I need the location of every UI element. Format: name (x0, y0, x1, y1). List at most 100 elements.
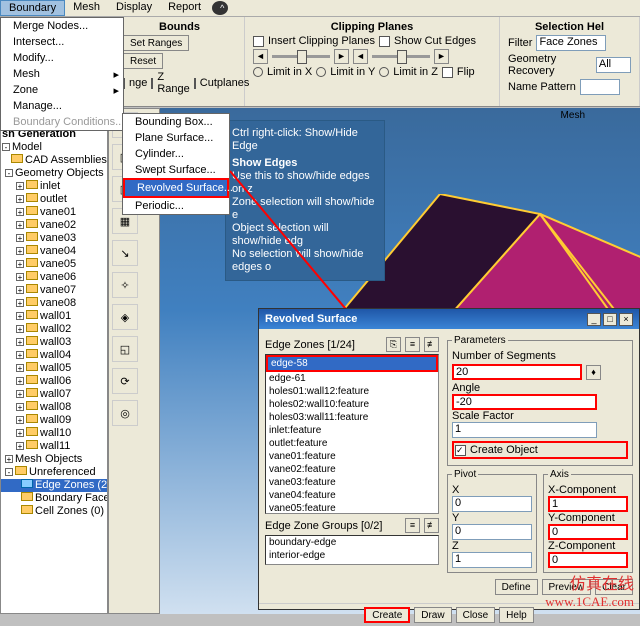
zrange-chk[interactable] (151, 78, 153, 89)
dlg-close-icon[interactable]: × (619, 313, 633, 326)
create-button[interactable]: Create (364, 607, 410, 623)
menu-manage[interactable]: Manage... (1, 98, 123, 114)
slider-right-1[interactable]: ► (334, 49, 349, 64)
edge-zones-list[interactable]: edge-58edge-61holes01:wall12:featurehole… (265, 354, 439, 514)
sub-bounding-box[interactable]: Bounding Box... (123, 114, 229, 130)
georec-select[interactable]: All (596, 57, 631, 73)
tree-geo[interactable]: -Geometry Objects (1, 167, 107, 180)
tree-item[interactable]: +wall07 (2, 388, 106, 401)
pivot-y-input[interactable]: 0 (452, 524, 532, 540)
tree-item[interactable]: +vane07 (2, 284, 106, 297)
slider-right-2[interactable]: ► (434, 49, 449, 64)
menu-display[interactable]: Display (108, 0, 160, 16)
slider-left-1[interactable]: ◄ (253, 49, 268, 64)
edge-groups-list[interactable]: boundary-edge interior-edge (265, 535, 439, 565)
tool-icon-5[interactable]: ↘ (112, 240, 138, 266)
showcut-chk[interactable] (379, 36, 390, 47)
tree-boundaryface[interactable]: Boundary Face ... (1, 492, 107, 505)
insert-clip-chk[interactable] (253, 36, 264, 47)
tree-cellzones[interactable]: Cell Zones (0) (1, 505, 107, 518)
slider-1[interactable] (272, 55, 330, 58)
tool-icon-6[interactable]: ✧ (112, 272, 138, 298)
tree-item[interactable]: +vane06 (2, 271, 106, 284)
sub-revolved-surface[interactable]: Revolved Surface... (123, 178, 229, 198)
tree-item[interactable]: +inlet (2, 180, 106, 193)
group-item[interactable]: interior-edge (266, 549, 438, 562)
axis-y-input[interactable]: 0 (548, 524, 628, 540)
edge-item[interactable]: vane04:feature (266, 489, 438, 502)
tree-item[interactable]: +vane04 (2, 245, 106, 258)
edge-item[interactable]: inlet:feature (266, 424, 438, 437)
menu-report[interactable]: Report (160, 0, 209, 16)
edge-item[interactable]: edge-58 (266, 355, 438, 372)
nseg-spinner[interactable]: ♦ (586, 365, 601, 380)
tool-icon-9[interactable]: ⟳ (112, 368, 138, 394)
set-ranges-btn[interactable]: Set Ranges (123, 35, 189, 51)
tree-item[interactable]: +wall11 (2, 440, 106, 453)
tree-edgezones[interactable]: Edge Zones (2) (1, 479, 107, 492)
edge-item[interactable]: vane05:feature (266, 502, 438, 514)
flip-chk[interactable] (442, 67, 453, 78)
edge-item[interactable]: vane02:feature (266, 463, 438, 476)
tree-model[interactable]: -Model (1, 141, 107, 154)
tree-item[interactable]: +wall05 (2, 362, 106, 375)
dlg-min-icon[interactable]: _ (587, 313, 601, 326)
edge-item[interactable]: holes01:wall12:feature (266, 385, 438, 398)
tree-item[interactable]: +wall03 (2, 336, 106, 349)
tool-icon-8[interactable]: ◱ (112, 336, 138, 362)
tree-meshobj[interactable]: +Mesh Objects (1, 453, 107, 466)
namepat-input[interactable] (580, 79, 620, 95)
limy-radio[interactable] (316, 67, 326, 77)
tree-item[interactable]: +vane01 (2, 206, 106, 219)
menu-mesh[interactable]: Mesh (65, 0, 108, 16)
tree-unref[interactable]: -Unreferenced (1, 466, 107, 479)
tree-item[interactable]: +vane05 (2, 258, 106, 271)
menu-boundary[interactable]: Boundary (0, 0, 65, 16)
selnone-icon[interactable]: ≢ (424, 337, 439, 352)
group-item[interactable]: boundary-edge (266, 536, 438, 549)
limz-radio[interactable] (379, 67, 389, 77)
edge-item[interactable]: edge-61 (266, 372, 438, 385)
grp-selall-icon[interactable]: ≡ (405, 518, 420, 533)
tree-item[interactable]: +wall10 (2, 427, 106, 440)
tool-icon-7[interactable]: ◈ (112, 304, 138, 330)
sf-input[interactable]: 1 (452, 422, 597, 438)
tree-item[interactable]: +wall08 (2, 401, 106, 414)
filter-icon[interactable]: ⎘ (386, 337, 401, 352)
tree-item[interactable]: +vane02 (2, 219, 106, 232)
limx-radio[interactable] (253, 67, 263, 77)
sub-cylinder[interactable]: Cylinder... (123, 146, 229, 162)
dlg-max-icon[interactable]: □ (603, 313, 617, 326)
tree-item[interactable]: +wall01 (2, 310, 106, 323)
filter-select[interactable]: Face Zones (536, 35, 606, 51)
sub-plane-surface[interactable]: Plane Surface... (123, 130, 229, 146)
slider-left-2[interactable]: ◄ (353, 49, 368, 64)
edge-item[interactable]: vane01:feature (266, 450, 438, 463)
help-button[interactable]: Help (499, 607, 534, 623)
sub-swept-surface[interactable]: Swept Surface... (123, 162, 229, 178)
pivot-z-input[interactable]: 1 (452, 552, 532, 568)
tree-item[interactable]: +wall06 (2, 375, 106, 388)
menu-merge-nodes[interactable]: Merge Nodes... (1, 18, 123, 34)
tool-icon-10[interactable]: ◎ (112, 400, 138, 426)
close-button[interactable]: Close (456, 607, 496, 623)
menu-zone-sub[interactable]: Zone▸ (1, 82, 123, 98)
tree-item[interactable]: +vane08 (2, 297, 106, 310)
edge-item[interactable]: outlet:feature (266, 437, 438, 450)
tree-cad[interactable]: CAD Assemblies (1, 154, 107, 167)
slider-2[interactable] (372, 55, 430, 58)
menu-mesh-sub[interactable]: Mesh▸ (1, 66, 123, 82)
reset-btn[interactable]: Reset (123, 53, 163, 69)
menu-intersect[interactable]: Intersect... (1, 34, 123, 50)
tree-item[interactable]: +wall04 (2, 349, 106, 362)
create-obj-chk[interactable] (455, 445, 466, 456)
define-btn[interactable]: Define (495, 579, 538, 595)
tree-item[interactable]: +wall09 (2, 414, 106, 427)
sub-periodic[interactable]: Periodic... (123, 198, 229, 214)
tree-item[interactable]: +wall02 (2, 323, 106, 336)
draw-button[interactable]: Draw (414, 607, 451, 623)
tree-item[interactable]: +vane03 (2, 232, 106, 245)
edge-item[interactable]: vane03:feature (266, 476, 438, 489)
dialog-titlebar[interactable]: Revolved Surface _□× (259, 309, 639, 329)
axis-z-input[interactable]: 0 (548, 552, 628, 568)
